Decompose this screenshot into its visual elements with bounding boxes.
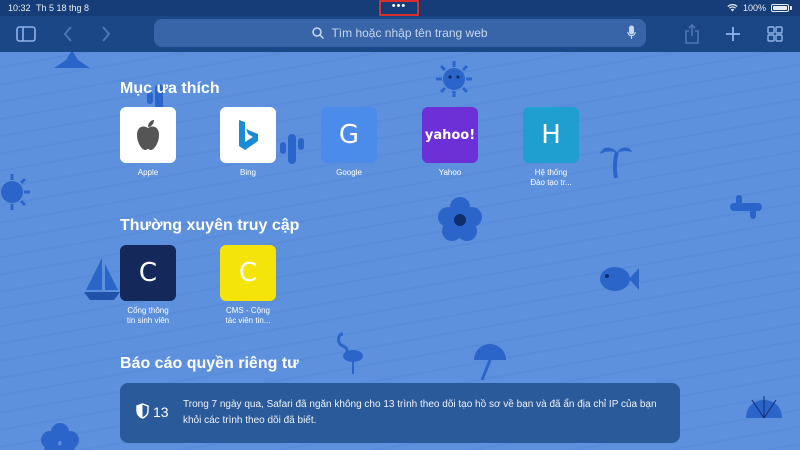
favorite-google[interactable]: G Google: [319, 107, 379, 178]
forward-button[interactable]: [94, 22, 118, 46]
back-button[interactable]: [56, 22, 80, 46]
tracker-count: 13: [153, 404, 169, 420]
microphone-icon[interactable]: [627, 25, 636, 40]
cms-tile: C: [220, 245, 276, 301]
share-button[interactable]: [680, 22, 704, 46]
yahoo-logo-text: yahoo!: [424, 127, 476, 143]
flower-deco-icon: [41, 423, 79, 450]
status-date: Th 5 18 thg 8: [36, 3, 90, 13]
umbrella-deco-icon: [474, 344, 506, 381]
apple-logo-icon: [137, 120, 159, 150]
search-input[interactable]: Tìm hoặc nhập tên trang web: [154, 19, 646, 47]
status-indicators: 100%: [727, 3, 792, 13]
search-icon: [312, 27, 325, 39]
search-placeholder: Tìm hoặc nhập tên trang web: [331, 26, 488, 40]
sidebar-icon: [16, 26, 36, 42]
bing-logo-icon: [239, 120, 258, 150]
google-tile: G: [321, 107, 377, 163]
yahoo-tile: yahoo!: [422, 107, 478, 163]
status-time: 10:32: [8, 3, 31, 13]
tile-letter: G: [338, 120, 360, 150]
shell-deco-icon: [746, 396, 782, 419]
favorite-bing[interactable]: Bing: [218, 107, 278, 178]
privacy-title: Báo cáo quyền riêng tư: [120, 355, 299, 372]
tile-label: Apple: [137, 168, 159, 177]
he-thong-tile: H: [523, 107, 579, 163]
sun-deco-icon: [1, 174, 30, 210]
frequent-title: Thường xuyên truy cập: [120, 217, 300, 234]
tile-letter: C: [238, 258, 258, 288]
cactus-deco-icon: [280, 134, 304, 164]
tile-letter: H: [541, 120, 561, 150]
tabs-grid-icon: [767, 26, 783, 42]
fish-deco-icon: [600, 267, 639, 291]
apple-tile: [120, 107, 176, 163]
share-icon: [685, 24, 699, 44]
chevron-left-icon: [63, 26, 72, 42]
shield-icon: [136, 403, 149, 419]
favorite-apple[interactable]: Apple: [118, 107, 178, 178]
chevron-right-icon: [102, 26, 111, 42]
multitasking-dots-button[interactable]: •••: [379, 0, 419, 16]
favorite-yahoo[interactable]: yahoo! Yahoo: [420, 107, 480, 178]
browser-toolbar: Tìm hoặc nhập tên trang web: [0, 16, 800, 52]
wifi-icon: [727, 4, 738, 12]
tile-label: Yahoo: [438, 168, 462, 177]
new-tab-button[interactable]: [721, 22, 745, 46]
tile-label: Bing: [239, 168, 256, 177]
tile-label: Hệ thống Đào tạo tr...: [530, 168, 572, 187]
tile-label: Google: [336, 168, 362, 177]
flower-deco-icon: [438, 197, 482, 241]
battery-icon: [771, 4, 789, 12]
sidebar-toggle-button[interactable]: [14, 22, 38, 46]
tile-label: CMS - Cộng tác viên tin...: [225, 306, 271, 325]
favorite-he-thong[interactable]: H Hệ thống Đào tạo tr...: [521, 107, 581, 188]
palm-tree-deco-icon: [600, 147, 632, 179]
flamingo-deco-icon: [337, 332, 363, 374]
sun-deco-icon: [436, 61, 472, 97]
plus-icon: [726, 27, 740, 41]
tile-label: Cổng thông tin sinh viên: [126, 306, 170, 325]
sailboat-deco-icon: [84, 258, 120, 300]
privacy-report-card[interactable]: 13 Trong 7 ngày qua, Safari đã ngăn khôn…: [120, 383, 680, 443]
cactus-deco-icon: [730, 195, 762, 219]
battery-tip: [790, 6, 792, 10]
tab-overview-button[interactable]: [763, 22, 787, 46]
privacy-summary: Trong 7 ngày qua, Safari đã ngăn không c…: [183, 399, 657, 426]
cong-thong-tin-tile: C: [120, 245, 176, 301]
frequent-cong-thong-tin[interactable]: C Cổng thông tin sinh viên: [118, 245, 178, 326]
favorites-title: Mục ưa thích: [120, 80, 220, 97]
tile-letter: C: [138, 258, 158, 288]
bing-tile: [220, 107, 276, 163]
frequent-cms[interactable]: C CMS - Cộng tác viên tin...: [218, 245, 278, 326]
battery-percent: 100%: [742, 3, 766, 13]
